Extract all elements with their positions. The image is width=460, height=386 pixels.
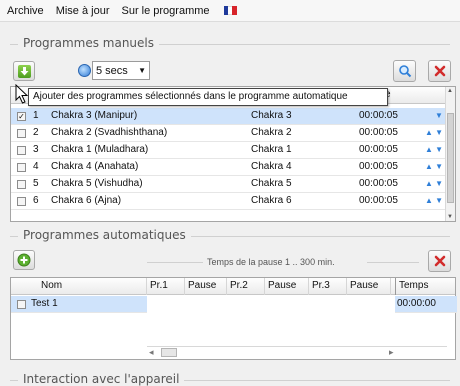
- automatic-programs-title: Programmes automatiques: [18, 228, 191, 242]
- move-up-down-icon[interactable]: ▲ ▼: [425, 176, 443, 192]
- grid-header: Nom Pr.1 Pause Pr.2 Pause Pr.3 Pause Tem…: [11, 278, 455, 295]
- row-name: Chakra 6 (Ajna): [51, 195, 122, 206]
- close-icon: [434, 255, 445, 267]
- add-automatic-button[interactable]: [13, 250, 35, 270]
- search-button[interactable]: [393, 60, 416, 82]
- scrollbar-thumb[interactable]: [161, 348, 177, 357]
- row-name: Chakra 4 (Anahata): [51, 161, 139, 172]
- move-up-down-icon[interactable]: ▲ ▼: [425, 193, 443, 209]
- row-time: 00:00:05: [359, 110, 398, 121]
- row-time: 00:00:05: [359, 127, 398, 138]
- row-name: Chakra 1 (Muladhara): [51, 144, 149, 155]
- horizontal-scrollbar[interactable]: ◂ ▸: [147, 346, 447, 358]
- row-checkbox[interactable]: [17, 163, 26, 172]
- scroll-right-icon[interactable]: ▸: [389, 347, 394, 358]
- device-interaction-title: Interaction avec l'appareil: [18, 372, 185, 386]
- row-time-cell[interactable]: 00:00:00: [395, 296, 457, 313]
- interval-dropdown[interactable]: 5 secs ▼: [92, 61, 150, 80]
- table-row[interactable]: 3 Chakra 1 (Muladhara) Chakra 1 00:00:05…: [11, 142, 455, 159]
- row-category: Chakra 5: [251, 178, 292, 189]
- delete-automatic-button[interactable]: [428, 250, 451, 272]
- row-number: 5: [33, 178, 39, 189]
- row-number: 3: [33, 144, 39, 155]
- hint-line-right: [367, 262, 419, 263]
- table-row[interactable]: 6 Chakra 6 (Ajna) Chakra 6 00:00:05 ▲ ▼: [11, 193, 455, 210]
- plus-icon: [17, 253, 31, 267]
- row-name: Test 1: [31, 298, 58, 309]
- move-up-down-icon[interactable]: ▲ ▼: [425, 142, 443, 158]
- row-checkbox[interactable]: [17, 146, 26, 155]
- search-icon: [398, 65, 411, 78]
- row-category: Chakra 6: [251, 195, 292, 206]
- vertical-scrollbar[interactable]: ▲ ▼: [445, 87, 455, 221]
- move-up-down-icon[interactable]: ▲ ▼: [425, 125, 443, 141]
- scroll-left-icon[interactable]: ◂: [149, 347, 154, 358]
- mouse-cursor-icon: [15, 84, 29, 104]
- interval-value: 5 secs: [96, 64, 128, 77]
- column-header-pause1[interactable]: Pause: [185, 278, 227, 295]
- table-row[interactable]: 2 Chakra 2 (Svadhishthana) Chakra 2 00:0…: [11, 125, 455, 142]
- row-category: Chakra 4: [251, 161, 292, 172]
- row-checkbox[interactable]: [17, 300, 26, 309]
- menu-update[interactable]: Mise à jour: [56, 5, 110, 17]
- row-name: Chakra 3 (Manipur): [51, 110, 138, 121]
- delete-manual-button[interactable]: [428, 60, 451, 82]
- column-header-pause2[interactable]: Pause: [265, 278, 309, 295]
- row-time: 00:00:05: [359, 178, 398, 189]
- row-checkbox[interactable]: [17, 197, 26, 206]
- green-arrow-down-icon: [17, 64, 31, 78]
- scroll-down-icon[interactable]: ▼: [447, 214, 453, 220]
- row-category: Chakra 2: [251, 127, 292, 138]
- move-up-down-icon[interactable]: ▲ ▼: [425, 159, 443, 175]
- row-time: 00:00:05: [359, 144, 398, 155]
- french-flag-icon[interactable]: [223, 6, 237, 15]
- row-checkbox[interactable]: ✓: [17, 112, 26, 121]
- row-number: 6: [33, 195, 39, 206]
- table-row[interactable]: 5 Chakra 5 (Vishudha) Chakra 5 00:00:05 …: [11, 176, 455, 193]
- move-down-icon[interactable]: ▼: [435, 108, 443, 124]
- row-number: 4: [33, 161, 39, 172]
- chevron-down-icon: ▼: [138, 66, 146, 75]
- close-icon: [434, 65, 445, 77]
- scrollbar-thumb[interactable]: [447, 113, 454, 203]
- column-header-name[interactable]: Nom: [11, 278, 147, 295]
- column-header-pr3[interactable]: Pr.3: [309, 278, 347, 295]
- row-checkbox[interactable]: [17, 129, 26, 138]
- row-name: Chakra 2 (Svadhishthana): [51, 127, 168, 138]
- table-row[interactable]: 4 Chakra 4 (Anahata) Chakra 4 00:00:05 ▲…: [11, 159, 455, 176]
- row-checkbox[interactable]: [17, 180, 26, 189]
- table-row[interactable]: ✓ 1 Chakra 3 (Manipur) Chakra 3 00:00:05…: [11, 108, 455, 125]
- manual-programs-title: Programmes manuels: [18, 36, 159, 50]
- row-number: 1: [33, 110, 39, 121]
- row-name: Chakra 5 (Vishudha): [51, 178, 143, 189]
- clock-icon: [78, 64, 91, 77]
- tooltip: Ajouter des programmes sélectionnés dans…: [28, 88, 388, 106]
- row-time: 00:00:05: [359, 195, 398, 206]
- add-to-automatic-button[interactable]: [13, 61, 35, 81]
- pause-time-hint: Temps de la pause 1 .. 300 min.: [207, 257, 335, 267]
- row-category: Chakra 1: [251, 144, 292, 155]
- row-time: 00:00:00: [397, 298, 436, 309]
- hint-line-left: [147, 262, 203, 263]
- column-header-pr2[interactable]: Pr.2: [227, 278, 265, 295]
- menu-about-program[interactable]: Sur le programme: [121, 5, 209, 17]
- menu-bar: Archive Mise à jour Sur le programme: [0, 0, 460, 22]
- manual-programs-grid: e ✓ 1 Chakra 3 (Manipur) Chakra 3 00:00:…: [10, 86, 456, 222]
- row-time: 00:00:05: [359, 161, 398, 172]
- column-header-pause3[interactable]: Pause: [347, 278, 391, 295]
- column-header-time[interactable]: Temps: [395, 278, 457, 295]
- table-row[interactable]: Test 1: [11, 296, 147, 313]
- row-category: Chakra 3: [251, 110, 292, 121]
- scroll-up-icon[interactable]: ▲: [447, 88, 453, 94]
- row-number: 2: [33, 127, 39, 138]
- menu-archive[interactable]: Archive: [7, 5, 44, 17]
- column-header-pr1[interactable]: Pr.1: [147, 278, 185, 295]
